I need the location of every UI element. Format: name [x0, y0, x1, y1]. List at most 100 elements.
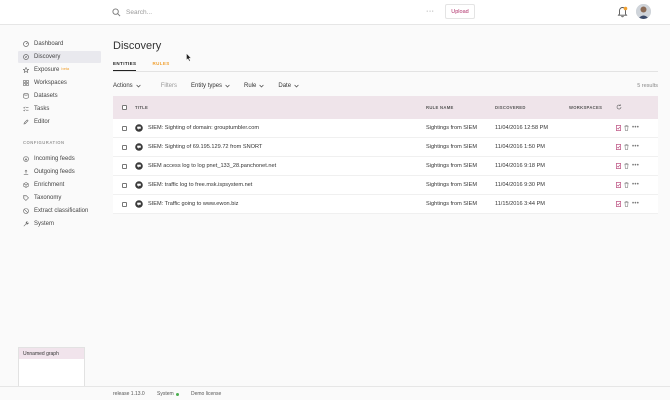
delete-icon[interactable]	[624, 125, 629, 131]
row-checkbox[interactable]	[122, 126, 127, 131]
configuration-heading: CONFIGURATION	[23, 140, 65, 145]
row-title[interactable]: SIEM: Sighting of 69.195.129.72 from SNO…	[148, 144, 262, 150]
row-title[interactable]: SIEM: traffic log to free.msk.ispsystem.…	[148, 182, 252, 188]
add-to-workspace-icon[interactable]	[616, 125, 621, 131]
system-status-dot	[176, 393, 179, 396]
sidebar-item-taxonomy[interactable]: Taxonomy	[18, 192, 101, 204]
search-input[interactable]	[126, 8, 326, 16]
sidebar-item-label: Workspaces	[34, 80, 67, 86]
license-label: Demo license	[191, 391, 222, 397]
sidebar-item-outgoing-feeds[interactable]: Outgoing feeds	[18, 166, 101, 178]
results-count: 5 results	[637, 83, 658, 89]
sidebar-item-extract-classification[interactable]: Extract classification	[18, 205, 101, 217]
sidebar-item-label: Dashboard	[34, 41, 64, 47]
star-icon	[23, 67, 29, 73]
row-actions: •••	[616, 125, 639, 131]
row-more-icon[interactable]: •••	[632, 163, 639, 169]
sidebar-item-editor[interactable]: Editor	[18, 116, 101, 128]
table-row[interactable]: SIEM: Sighting of domain: grouptumbler.c…	[113, 119, 658, 138]
upload-icon	[23, 169, 29, 175]
refresh-icon[interactable]	[616, 104, 622, 110]
row-checkbox[interactable]	[122, 164, 127, 169]
row-title[interactable]: SIEM: Sighting of domain: grouptumbler.c…	[148, 125, 259, 131]
sidebar-item-datasets[interactable]: Datasets	[18, 90, 101, 102]
row-title[interactable]: SIEM: Traffic going to www.ewon.biz	[148, 201, 238, 207]
entity-types-dropdown[interactable]: Entity types	[191, 83, 230, 89]
date-dropdown[interactable]: Date	[278, 83, 299, 89]
more-options-icon[interactable]: ···	[426, 8, 435, 16]
row-more-icon[interactable]: •••	[632, 182, 639, 188]
upload-button[interactable]: Upload	[445, 4, 475, 19]
sidebar-item-dashboard[interactable]: Dashboard	[18, 38, 101, 50]
sidebar-item-label: Datasets	[34, 93, 58, 99]
notification-bell-icon[interactable]	[617, 6, 628, 18]
sidebar-item-system[interactable]: System	[18, 218, 101, 230]
delete-icon[interactable]	[624, 163, 629, 169]
chevron-down-icon	[136, 84, 141, 88]
row-checkbox[interactable]	[122, 183, 127, 188]
row-more-icon[interactable]: •••	[632, 125, 639, 131]
entity-types-label: Entity types	[191, 83, 223, 89]
tab-bar: ENTITIES RULES	[113, 61, 186, 71]
table-row[interactable]: SIEM access log to log pnet_133_28.panch…	[113, 157, 658, 176]
sidebar-item-label: Extract classification	[34, 208, 89, 214]
select-all-checkbox[interactable]	[122, 105, 127, 110]
cube-icon	[23, 182, 29, 188]
row-discovered: 11/04/2016 9:18 PM	[495, 163, 545, 169]
add-to-workspace-icon[interactable]	[616, 182, 621, 188]
sidebar-item-label: Incoming feeds	[34, 156, 75, 162]
column-header-rule-name[interactable]: RULE NAME	[426, 105, 454, 110]
table-row[interactable]: SIEM: Sighting of 69.195.129.72 from SNO…	[113, 138, 658, 157]
delete-icon[interactable]	[624, 201, 629, 207]
tab-entities[interactable]: ENTITIES	[113, 61, 137, 71]
page-title: Discovery	[113, 40, 162, 52]
add-to-workspace-icon[interactable]	[616, 201, 621, 207]
table-row[interactable]: SIEM: traffic log to free.msk.ispsystem.…	[113, 176, 658, 195]
column-header-title[interactable]: TITLE	[135, 105, 148, 110]
add-to-workspace-icon[interactable]	[616, 163, 621, 169]
delete-icon[interactable]	[624, 144, 629, 150]
graph-widget-title: Unnamed graph	[19, 348, 84, 359]
row-more-icon[interactable]: •••	[632, 201, 639, 207]
sidebar-item-incoming-feeds[interactable]: Incoming feeds	[18, 153, 101, 165]
delete-icon[interactable]	[624, 182, 629, 188]
sidebar-item-exposure[interactable]: Exposure beta	[18, 64, 101, 76]
tabs-divider	[113, 71, 658, 72]
search-icon	[112, 7, 121, 16]
row-rule-name: Sightings from SIEM	[426, 144, 477, 150]
tab-rules[interactable]: RULES	[152, 61, 169, 71]
sidebar-item-tasks[interactable]: Tasks	[18, 103, 101, 115]
row-actions: •••	[616, 163, 639, 169]
search-bar[interactable]	[112, 6, 326, 18]
system-status-label[interactable]: System	[157, 391, 174, 397]
filters-label: Filters	[160, 83, 178, 89]
row-discovered: 11/15/2016 3:44 PM	[495, 201, 545, 207]
user-avatar[interactable]	[636, 4, 651, 19]
sidebar-item-workspaces[interactable]: Workspaces	[18, 77, 101, 89]
table-header: TITLE RULE NAME DISCOVERED WORKSPACES	[113, 96, 658, 119]
actions-dropdown[interactable]: Actions	[113, 83, 141, 89]
row-checkbox[interactable]	[122, 202, 127, 207]
sidebar-item-discovery[interactable]: Discovery	[18, 51, 101, 63]
entities-table: TITLE RULE NAME DISCOVERED WORKSPACES SI…	[113, 96, 658, 214]
table-row[interactable]: SIEM: Traffic going to www.ewon.biz Sigh…	[113, 195, 658, 214]
sidebar-item-label: Tasks	[34, 106, 50, 112]
row-checkbox[interactable]	[122, 145, 127, 150]
sidebar-item-label: Editor	[34, 119, 50, 125]
sidebar-item-label: System	[34, 221, 55, 227]
sidebar-item-enrichment[interactable]: Enrichment	[18, 179, 101, 191]
chevron-down-icon	[294, 84, 299, 88]
database-icon	[23, 93, 29, 99]
chat-bubble-icon	[135, 181, 143, 189]
row-title[interactable]: SIEM access log to log pnet_133_28.panch…	[148, 163, 276, 169]
column-header-discovered[interactable]: DISCOVERED	[495, 105, 526, 110]
tag-icon	[23, 195, 29, 201]
mouse-cursor-icon	[186, 53, 192, 62]
rule-dropdown[interactable]: Rule	[244, 83, 265, 89]
sidebar-item-label: Outgoing feeds	[34, 169, 75, 175]
add-to-workspace-icon[interactable]	[616, 144, 621, 150]
column-header-workspaces[interactable]: WORKSPACES	[569, 105, 602, 110]
sidebar-item-label: Taxonomy	[34, 195, 62, 201]
row-more-icon[interactable]: •••	[632, 144, 639, 150]
row-discovered: 11/04/2016 1:50 PM	[495, 144, 545, 150]
